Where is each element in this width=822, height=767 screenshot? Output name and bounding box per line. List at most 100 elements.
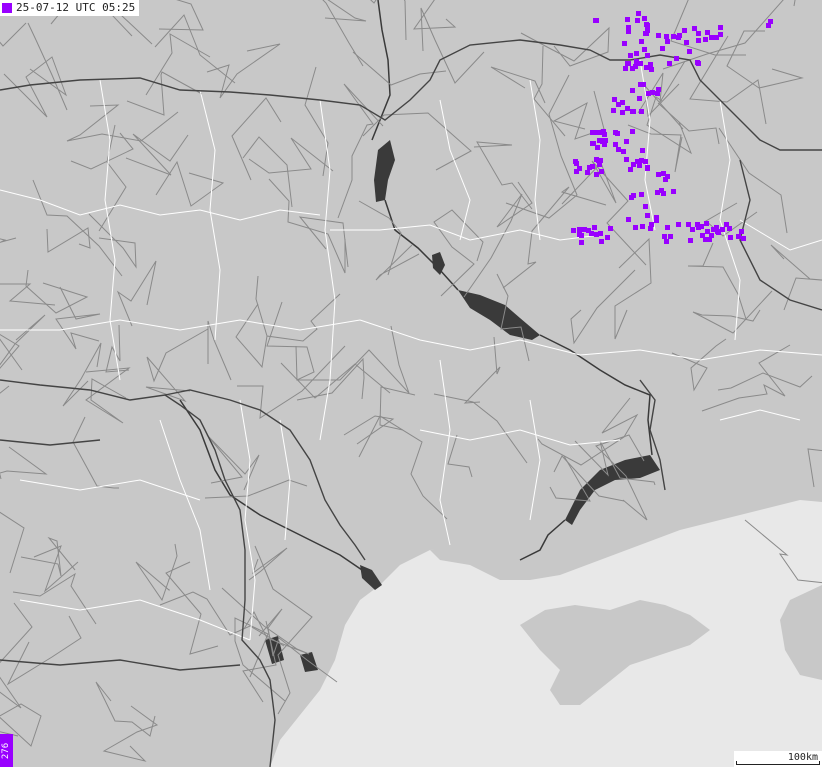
lightning-strike-marker [624,139,629,144]
lightning-strike-marker [621,149,626,154]
lightning-strike-marker [704,221,709,226]
lightning-strike-marker [650,90,655,95]
lightning-strike-marker [599,169,604,174]
lightning-strike-marker [699,224,704,229]
lightning-strike-marker [637,96,642,101]
lightning-strike-marker [766,23,771,28]
timestamp-label: 25-07-12 UTC 05:25 [0,0,140,16]
scale-line [736,761,820,765]
lightning-strike-marker [656,33,661,38]
lightning-strike-marker [633,225,638,230]
lightning-strike-marker [611,108,616,113]
lightning-strike-marker [645,28,650,33]
lightning-strike-marker [663,177,668,182]
lightning-strike-marker [597,162,602,167]
strike-counter: 276 [0,734,13,767]
lightning-strike-marker [645,53,650,58]
lightning-strike-marker [662,234,667,239]
lightning-strike-marker [626,217,631,222]
lightning-strike-marker [636,11,641,16]
lightning-strike-marker [613,142,618,147]
lightning-strike-marker [589,231,594,236]
lightning-strike-marker [665,39,670,44]
lightning-strike-marker [639,39,644,44]
lightning-strike-marker [590,130,595,135]
lightning-strike-marker [713,227,718,232]
lightning-strike-marker [703,37,708,42]
lightning-strike-marker [709,35,714,40]
lightning-strike-marker [594,172,599,177]
lightning-strike-marker [674,56,679,61]
lightning-strike-marker [648,62,653,67]
lightning-strike-marker [690,227,695,232]
lightning-strike-marker [595,145,600,150]
lightning-strike-marker [688,238,693,243]
lightning-strike-marker [626,61,631,66]
lightning-strike-marker [616,147,621,152]
lightning-strike-marker [664,34,669,39]
lightning-strike-marker [629,195,634,200]
lightning-strike-marker [641,82,646,87]
lightning-strike-marker [718,25,723,30]
lightning-strike-marker [700,233,705,238]
lightning-strike-marker [718,32,723,37]
lightning-strike-marker [676,222,681,227]
lightning-strike-marker [724,222,729,227]
lightning-strike-marker [577,227,582,232]
lightning-strike-marker [640,148,645,153]
lightning-strike-marker [668,234,673,239]
lightning-strike-marker [661,191,666,196]
lightning-strike-marker [634,51,639,56]
lightning-strike-marker [579,240,584,245]
lightning-strike-marker [602,142,607,147]
lightning-strike-marker [696,61,701,66]
lightning-strike-marker [687,49,692,54]
lightning-strike-marker [648,226,653,231]
lightning-strike-marker [590,141,595,146]
lightning-strike-marker [664,239,669,244]
lightning-strike-marker [571,228,576,233]
lightning-strike-marker [741,236,746,241]
lightning-strike-marker [612,97,617,102]
lightning-strike-marker [671,189,676,194]
lightning-map[interactable] [0,0,822,767]
lightning-strike-marker [645,23,650,28]
lightning-strike-marker [686,222,691,227]
lightning-strike-marker [654,215,659,220]
lightning-strike-marker [628,167,633,172]
strike-color-swatch [2,3,12,13]
lightning-strike-marker [630,66,635,71]
lightning-strike-marker [720,227,725,232]
lightning-strike-marker [577,166,582,171]
lightning-strike-marker [620,110,625,115]
lightning-strike-marker [655,91,660,96]
lightning-strike-marker [601,129,606,134]
lightning-strike-marker [605,235,610,240]
lightning-strike-marker [642,47,647,52]
scale-bar: 100km [734,751,822,767]
lightning-strike-marker [608,226,613,231]
lightning-strike-marker [656,172,661,177]
lightning-strike-marker [696,38,701,43]
lightning-strike-marker [594,232,599,237]
timestamp-text: 25-07-12 UTC 05:25 [16,1,136,14]
lightning-strike-marker [616,102,621,107]
lightning-strike-marker [631,162,636,167]
lightning-strike-marker [645,165,650,170]
lightning-strike-marker [728,235,733,240]
lightning-strike-marker [597,138,602,143]
lightning-strike-marker [625,106,630,111]
lightning-strike-marker [635,18,640,23]
lightning-strike-marker [677,33,682,38]
lightning-strike-marker [622,41,627,46]
lightning-strike-marker [705,229,710,234]
lightning-strike-marker [705,30,710,35]
lightning-strike-marker [660,46,665,51]
lightning-strike-marker [665,225,670,230]
lightning-strike-marker [594,18,599,23]
lightning-strike-marker [590,164,595,169]
lightning-strike-marker [667,61,672,66]
lightning-strike-marker [582,227,587,232]
lightning-strike-marker [649,67,654,72]
lightning-strike-marker [739,229,744,234]
